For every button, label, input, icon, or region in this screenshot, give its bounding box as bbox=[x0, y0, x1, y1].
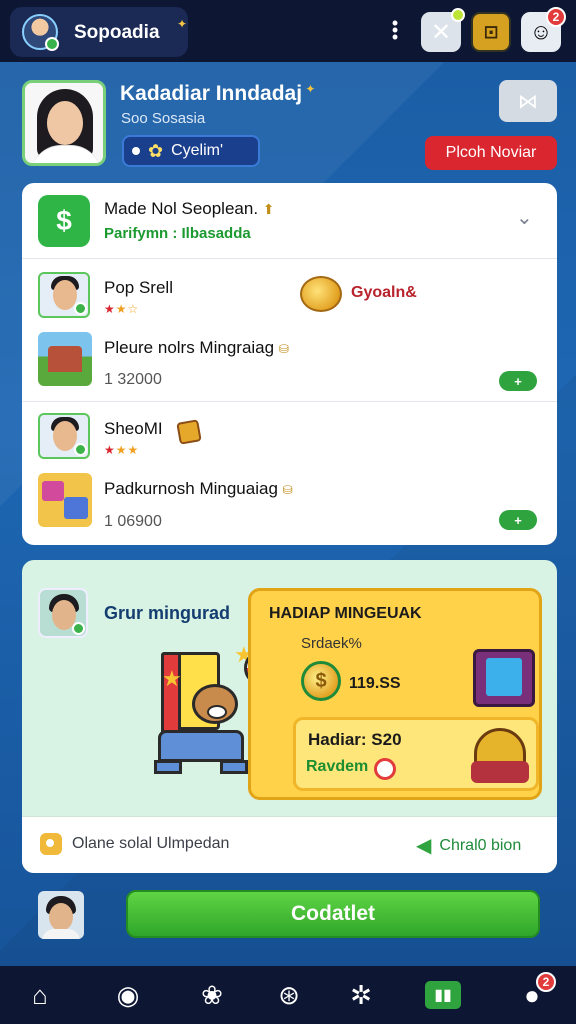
home-icon[interactable]: ⌂ bbox=[22, 978, 58, 1012]
list-item[interactable]: SheoMI ★★★ Padkurnosh Minguaiag ⛁ 1 0690… bbox=[22, 403, 557, 545]
gear-icon[interactable]: ✲ bbox=[343, 978, 379, 1012]
rating-stars: ★★★ bbox=[104, 443, 140, 457]
boxes-thumbnail bbox=[38, 473, 92, 527]
board-icon: ⊡ bbox=[483, 21, 499, 42]
avatar bbox=[38, 413, 90, 459]
money-icon: $ bbox=[38, 195, 90, 247]
avatar[interactable] bbox=[38, 891, 84, 939]
item-value: 1 06900 bbox=[104, 513, 162, 530]
online-dot bbox=[451, 8, 465, 22]
sticker-icon bbox=[176, 419, 202, 445]
avatar bbox=[38, 588, 88, 638]
house-thumbnail bbox=[38, 332, 92, 386]
feed-title: Made Nol Seoplean. ⬆ bbox=[104, 199, 275, 218]
offer-detail-title: Hadiar: S20 bbox=[308, 730, 402, 749]
item-name: SheoMI bbox=[104, 419, 163, 438]
offer-title: HADIAP MINGEUAK bbox=[269, 605, 422, 622]
item-name: Pop Srell bbox=[104, 278, 173, 297]
offer-detail-box[interactable]: Hadiar: S20 Ravdem bbox=[293, 717, 539, 791]
user-icon[interactable]: ● 2 bbox=[514, 972, 556, 1012]
item-description: Pleure nolrs Mingraiag ⛁ bbox=[104, 338, 289, 357]
tab-bar: ⌂ ◉ ❀ ⊛ ✲ ▮▮ ● 2 bbox=[0, 966, 576, 1024]
profile-badge: 2 bbox=[536, 972, 556, 992]
ball-icon[interactable]: ⊛ bbox=[271, 978, 307, 1012]
feed-header[interactable]: $ Made Nol Seoplean. ⬆ Parifymn : Ilbasa… bbox=[22, 183, 557, 259]
offer-price: 119.SS bbox=[349, 675, 401, 692]
item-description: Padkurnosh Minguaiag ⛁ bbox=[104, 479, 293, 498]
notification-badge: 2 bbox=[546, 7, 566, 27]
top-bar: Sopoadia ✦ • • • ✕ ⊡ ☺ 2 bbox=[0, 0, 576, 62]
bowtie-icon: ⋈ bbox=[518, 90, 538, 113]
profile-name: Kadadiar Inndadaj ✦ bbox=[120, 82, 316, 105]
app-avatar bbox=[22, 14, 59, 51]
rewards-heading: Grur mingurad bbox=[104, 603, 231, 623]
status-label: Cyelim' bbox=[171, 142, 224, 159]
app-title: Sopoadia bbox=[74, 22, 160, 43]
ring-icon bbox=[374, 758, 396, 780]
offer-box[interactable]: HADIAP MINGEUAK Srdaek% $ 119.SS Hadiar:… bbox=[248, 588, 542, 800]
add-button[interactable]: + bbox=[499, 510, 537, 530]
status-chip[interactable]: ✿ Cyelim' bbox=[122, 135, 260, 167]
feed-subtitle: Parifymn : Ilbasadda bbox=[104, 225, 251, 242]
bell-illustration bbox=[471, 728, 529, 783]
close-icon: ✕ bbox=[430, 18, 452, 46]
footer-info[interactable]: Olane solal Ulmpedan bbox=[40, 833, 229, 855]
share-icon: ◀ bbox=[416, 835, 432, 857]
chevron-down-icon[interactable]: ⌄ bbox=[516, 205, 533, 230]
rating-stars: ★★☆ bbox=[104, 302, 140, 316]
compass-icon[interactable]: ◉ bbox=[110, 978, 146, 1012]
notifications-button[interactable]: ☺ 2 bbox=[521, 7, 566, 52]
lock-icon bbox=[40, 833, 62, 855]
footer-link-label: Chral0 bion bbox=[439, 836, 522, 854]
app-switcher[interactable]: Sopoadia ✦ bbox=[10, 7, 188, 57]
paw-icon[interactable]: ❀ bbox=[194, 978, 230, 1012]
add-button[interactable]: + bbox=[499, 371, 537, 391]
avatar bbox=[38, 272, 90, 318]
coin-label: Gyoaln& bbox=[351, 284, 417, 301]
feed-card: $ Made Nol Seoplean. ⬆ Parifymn : Ilbasa… bbox=[22, 183, 557, 545]
collapse-button[interactable]: ⋈ bbox=[499, 80, 557, 122]
flower-icon: ✿ bbox=[148, 140, 164, 161]
cta-button[interactable]: Codatlet bbox=[126, 890, 540, 938]
store-icon[interactable]: ▮▮ bbox=[425, 981, 461, 1009]
profile-photo[interactable] bbox=[22, 80, 106, 166]
list-item[interactable]: Pop Srell ★★☆ Gyoaln& Pleure nolrs Mingr… bbox=[22, 260, 557, 402]
gold-coin-icon bbox=[300, 276, 342, 312]
more-options-icon[interactable]: • • • bbox=[388, 14, 402, 46]
offer-detail-sub: Ravdem bbox=[306, 758, 369, 775]
footer-share-link[interactable]: ◀ Chral0 bion bbox=[416, 833, 521, 858]
sparkle-icon: ✦ bbox=[177, 17, 188, 31]
status-dot bbox=[132, 147, 140, 155]
primary-action-button[interactable]: Plcoh Noviar bbox=[425, 136, 557, 170]
tablet-illustration bbox=[473, 649, 535, 707]
close-x-button[interactable]: ✕ bbox=[421, 8, 465, 52]
footer-text: Olane solal Ulmpedan bbox=[72, 835, 230, 852]
offer-subtitle: Srdaek% bbox=[301, 635, 362, 652]
board-button[interactable]: ⊡ bbox=[471, 12, 511, 52]
dollar-coin-icon: $ bbox=[301, 661, 341, 701]
rewards-footer: Olane solal Ulmpedan ◀ Chral0 bion bbox=[22, 816, 557, 873]
profile-subtitle: Soo Sosasia bbox=[121, 110, 206, 127]
item-value: 1 32000 bbox=[104, 371, 162, 388]
